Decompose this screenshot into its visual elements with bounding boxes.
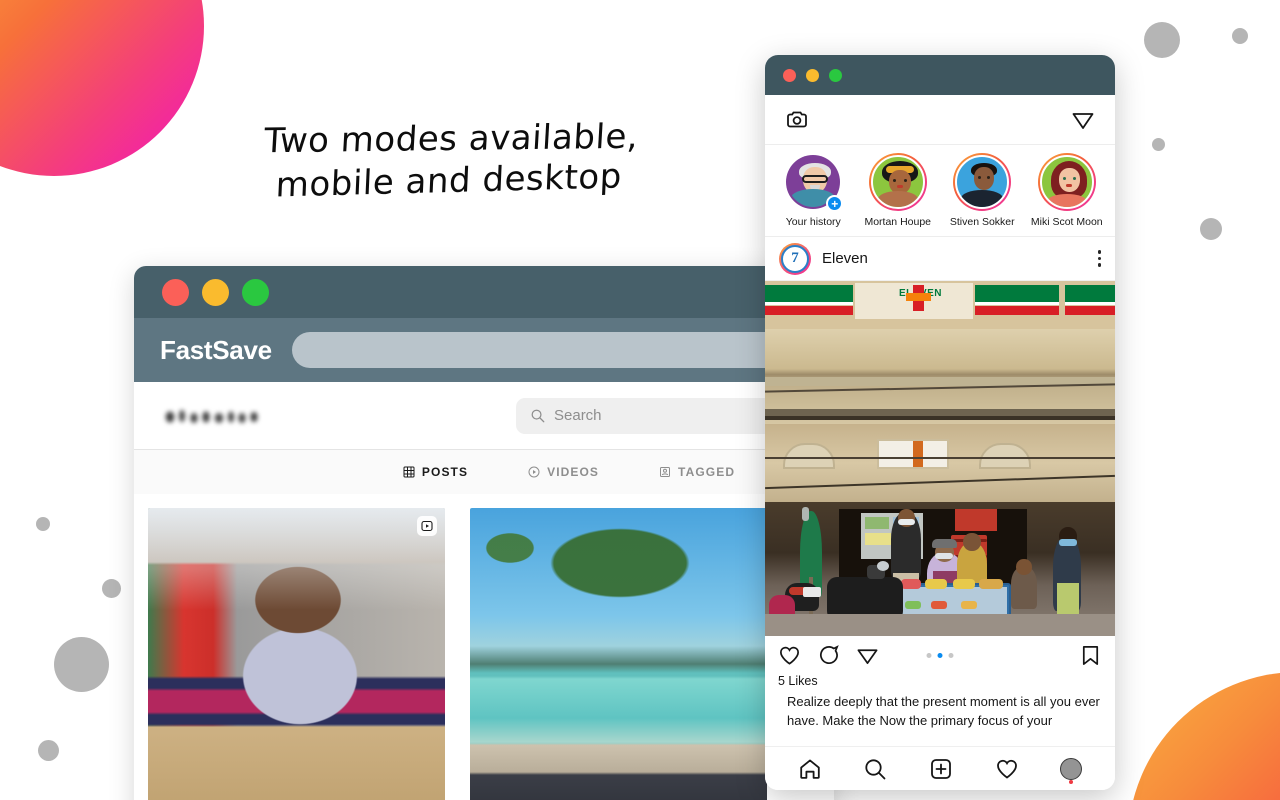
- url-input[interactable]: [291, 332, 814, 368]
- carousel-dot[interactable]: [926, 652, 932, 658]
- post-caption: Realize deeply that the present moment i…: [787, 694, 1100, 728]
- reel-icon: [417, 516, 437, 536]
- decorative-dot: [54, 637, 109, 692]
- search-input[interactable]: Search: [516, 397, 806, 434]
- story-label: Mortan Houpe: [864, 216, 932, 228]
- story-mortan-houpe[interactable]: Mortan Houpe: [856, 153, 941, 228]
- stories-tray: + Your history Mortan Houpe Stiven Sokke…: [765, 145, 1115, 237]
- avatar-young-man: [955, 155, 1010, 209]
- bookmark-icon[interactable]: [1079, 644, 1102, 667]
- grid-item-tuk-tuk[interactable]: [148, 508, 445, 800]
- decorative-dot: [1144, 22, 1180, 58]
- tropical-beach-photo: [470, 508, 767, 800]
- decorative-dot: [38, 740, 59, 761]
- mobile-titlebar: [765, 55, 1115, 95]
- bottom-navigation: [765, 746, 1115, 790]
- tab-videos-label: VIDEOS: [547, 465, 600, 479]
- carousel-dot[interactable]: [948, 652, 954, 658]
- post-header: 7 Eleven: [765, 237, 1115, 281]
- story-ring: +: [784, 153, 844, 212]
- decorative-dot: [36, 517, 50, 531]
- story-label: Miki Scot Moon: [1030, 216, 1103, 228]
- mobile-window: + Your history Mortan Houpe Stiven Sokke…: [765, 55, 1115, 790]
- decorative-dot: [102, 579, 121, 598]
- decorative-dot: [1152, 138, 1165, 151]
- desktop-toolbar: FastSave: [134, 318, 834, 382]
- instagram-logo-blurred: [162, 404, 272, 427]
- story-stiven-sokker[interactable]: Stiven Sokker: [940, 153, 1025, 228]
- desktop-window: FastSave Search POSTS VIDEOS TAGGED: [134, 266, 834, 800]
- carousel-indicator: [926, 652, 954, 658]
- desktop-titlebar: [134, 266, 834, 318]
- minimize-button[interactable]: [202, 278, 229, 306]
- kebab-menu-icon[interactable]: [1097, 250, 1101, 267]
- minimize-button[interactable]: [806, 68, 819, 82]
- direct-send-icon[interactable]: [1071, 108, 1095, 132]
- search-icon: [530, 408, 545, 423]
- post-username[interactable]: Eleven: [822, 250, 868, 267]
- avatar-woman-headband: [870, 155, 925, 209]
- close-button[interactable]: [783, 68, 796, 82]
- search-placeholder: Search: [554, 407, 602, 424]
- post-actions: [765, 636, 1115, 674]
- post-avatar-badge: 7: [791, 250, 799, 266]
- tab-posts[interactable]: POSTS: [403, 465, 468, 479]
- play-circle-icon: [528, 466, 540, 478]
- add-story-plus-icon[interactable]: +: [826, 195, 844, 212]
- tagged-person-icon: [659, 466, 671, 478]
- close-button[interactable]: [162, 278, 189, 306]
- post-grid: [134, 494, 834, 800]
- story-miki-scot-moon[interactable]: Miki Scot Moon: [1025, 153, 1110, 228]
- grid-item-beach[interactable]: [470, 508, 767, 800]
- instagram-header: Search: [134, 382, 834, 450]
- story-label: Stiven Sokker: [949, 216, 1015, 228]
- carousel-dot-active[interactable]: [937, 652, 943, 658]
- story-ring: [1037, 153, 1096, 211]
- story-your-history[interactable]: + Your history: [771, 153, 856, 228]
- home-icon[interactable]: [798, 757, 822, 781]
- tab-videos[interactable]: VIDEOS: [528, 465, 599, 479]
- maximize-button[interactable]: [829, 68, 842, 82]
- tuk-tuk-driver-photo: [148, 508, 445, 800]
- grid-icon: [403, 466, 415, 478]
- gradient-circle-top-left: [0, 0, 204, 176]
- maximize-button[interactable]: [242, 278, 269, 306]
- tab-tagged-label: TAGGED: [678, 465, 736, 479]
- heart-icon[interactable]: [778, 644, 801, 667]
- post-avatar[interactable]: 7: [779, 242, 811, 275]
- post-likes-count: 5 Likes: [778, 674, 818, 688]
- decorative-dot: [1200, 218, 1222, 240]
- search-icon[interactable]: [863, 757, 887, 781]
- tab-tagged[interactable]: TAGGED: [659, 465, 735, 479]
- story-ring: [953, 153, 1012, 211]
- gradient-circle-bottom-right: [1128, 672, 1280, 800]
- camera-icon[interactable]: [785, 108, 809, 132]
- seven-eleven-storefront-photo[interactable]: ELEVEN: [765, 281, 1115, 636]
- plus-box-icon[interactable]: [929, 757, 953, 781]
- comment-icon[interactable]: [817, 644, 840, 667]
- story-label: Your history: [785, 216, 841, 228]
- story-ring: [868, 153, 927, 211]
- page-root: Two modes available, mobile and desktop …: [0, 0, 1280, 800]
- tab-posts-label: POSTS: [421, 465, 469, 479]
- decorative-dot: [1232, 28, 1248, 44]
- heart-icon[interactable]: [995, 757, 1019, 781]
- avatar-redhead-woman: [1039, 155, 1094, 209]
- profile-avatar-icon[interactable]: [1060, 757, 1083, 780]
- profile-tabs: POSTS VIDEOS TAGGED: [134, 450, 834, 494]
- direct-send-icon[interactable]: [856, 644, 879, 667]
- headline: Two modes available, mobile and desktop: [177, 115, 722, 206]
- mobile-topbar: [765, 95, 1115, 145]
- app-brand-title: FastSave: [160, 334, 272, 365]
